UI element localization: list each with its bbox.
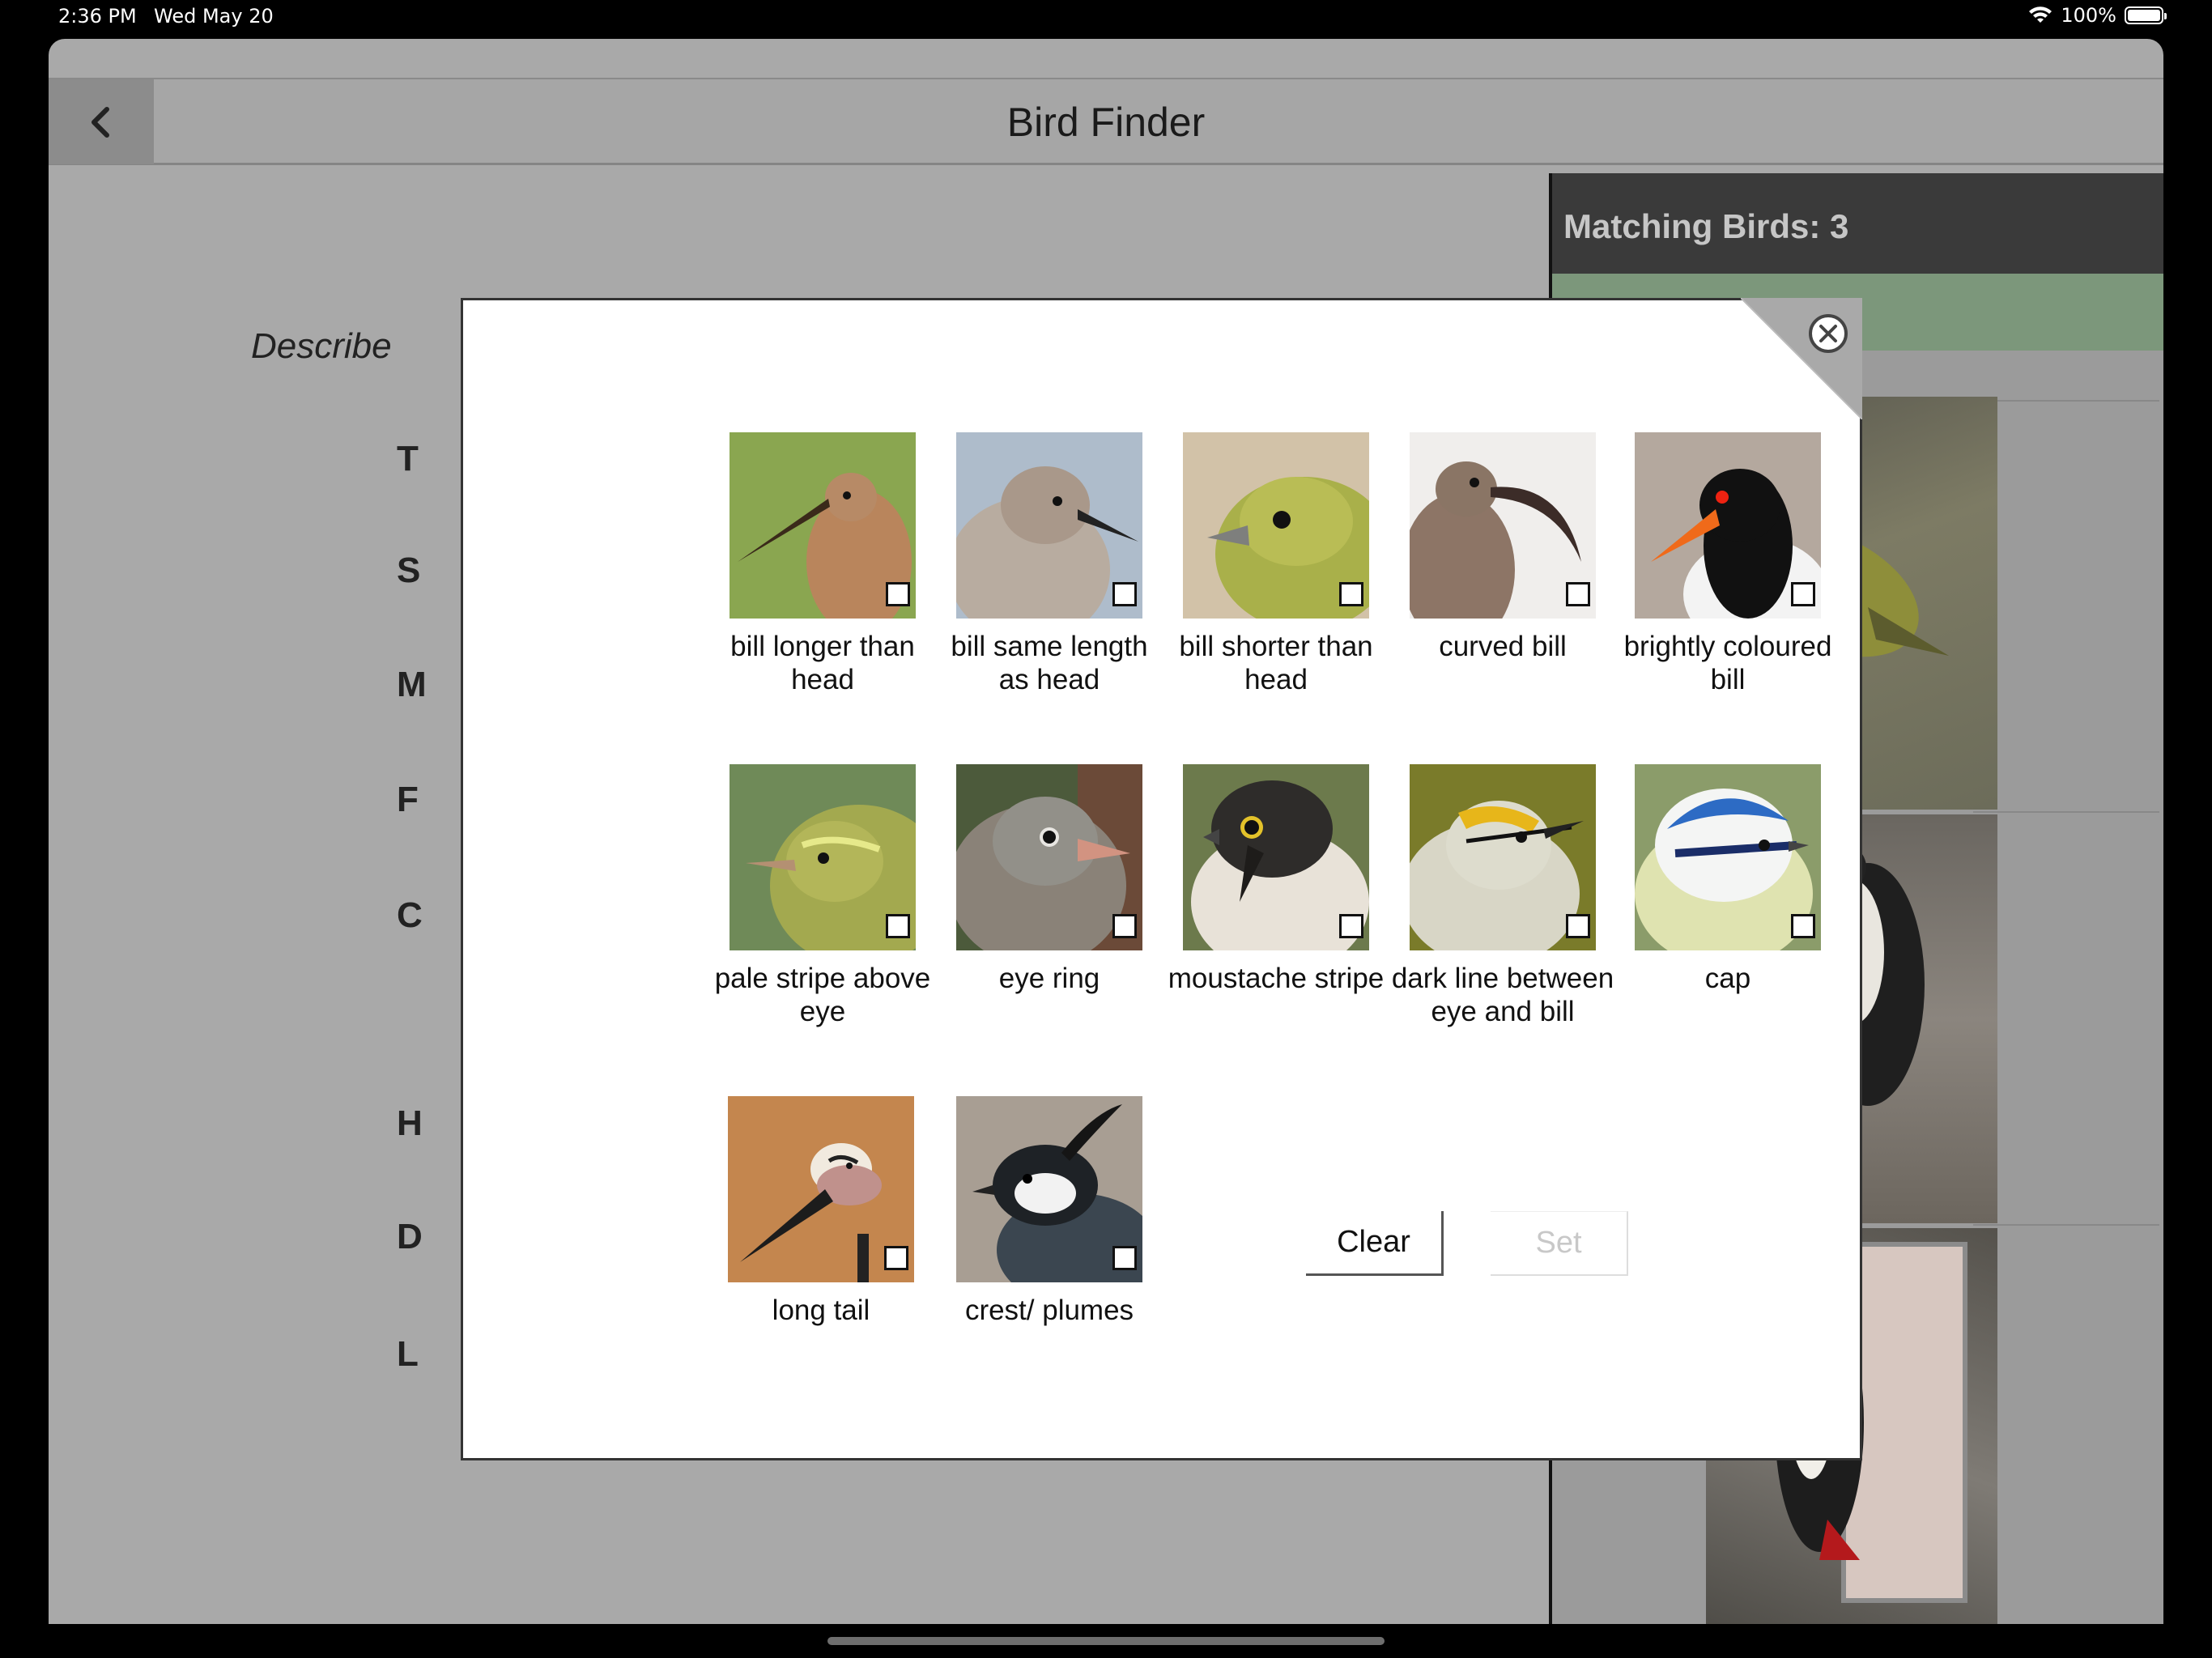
- characteristic-label: long tail: [772, 1295, 870, 1326]
- close-button[interactable]: [1807, 312, 1849, 355]
- home-indicator[interactable]: [827, 1637, 1385, 1645]
- characteristic-tile[interactable]: cap: [1614, 764, 1841, 995]
- describe-label: Describe: [251, 326, 392, 366]
- checkbox[interactable]: [1566, 582, 1590, 606]
- status-right: 100%: [2028, 4, 2167, 27]
- wifi-icon: [2029, 6, 2052, 23]
- characteristic-tile[interactable]: pale stripe above eye: [709, 764, 936, 1028]
- matching-birds-header: Matching Birds: 3: [1552, 173, 2163, 274]
- bird-photo: [956, 764, 1142, 950]
- battery-icon: [2125, 6, 2167, 24]
- characteristic-tile[interactable]: bill same length as head: [936, 432, 1163, 696]
- characteristic-label: pale stripe above eye: [714, 963, 931, 1027]
- app-window: Bird Finder Describe T S M F C H D L Mat…: [49, 39, 2163, 1624]
- bird-photo: [728, 1096, 914, 1282]
- characteristic-tile[interactable]: bill longer than head: [709, 432, 936, 696]
- status-date: Wed May 20: [154, 5, 274, 28]
- characteristic-tile[interactable]: moustache stripe: [1163, 764, 1389, 995]
- characteristic-label: eye ring: [998, 963, 1100, 994]
- form-row-label: C: [397, 895, 423, 935]
- battery-percent: 100%: [2061, 4, 2116, 27]
- form-row-label: L: [397, 1334, 419, 1374]
- checkbox[interactable]: [1339, 582, 1363, 606]
- characteristic-label: bill same length as head: [951, 631, 1148, 695]
- form-row-label: D: [397, 1217, 423, 1256]
- form-row-label: M: [397, 665, 427, 704]
- bird-photo: [1183, 764, 1369, 950]
- checkbox[interactable]: [1112, 582, 1137, 606]
- status-bar: 2:36 PM Wed May 20 100%: [0, 0, 2212, 36]
- nav-bar: Bird Finder: [49, 78, 2163, 165]
- characteristic-tile[interactable]: crest/ plumes: [936, 1096, 1163, 1327]
- characteristic-label: curved bill: [1439, 631, 1567, 662]
- characteristic-tile[interactable]: dark line between eye and bill: [1389, 764, 1616, 1028]
- characteristic-label: bill longer than head: [730, 631, 915, 695]
- characteristic-tile[interactable]: bill shorter than head: [1163, 432, 1389, 696]
- form-row-label: S: [397, 551, 421, 590]
- clear-button[interactable]: Clear: [1306, 1211, 1444, 1276]
- characteristic-tile[interactable]: curved bill: [1389, 432, 1616, 663]
- bird-photo: [1635, 764, 1821, 950]
- characteristic-tile[interactable]: brightly coloured bill: [1614, 432, 1841, 696]
- characteristic-label: bill shorter than head: [1179, 631, 1373, 695]
- set-button[interactable]: Set: [1491, 1211, 1628, 1276]
- divider: [1973, 811, 2159, 813]
- characteristics-dialog: bill longer than head bill same length a…: [461, 298, 1862, 1460]
- page-title: Bird Finder: [1006, 100, 1206, 145]
- bird-photo: [1410, 764, 1596, 950]
- characteristic-label: cap: [1704, 963, 1751, 994]
- checkbox[interactable]: [1791, 914, 1815, 938]
- characteristic-tile[interactable]: eye ring: [936, 764, 1163, 995]
- divider: [1973, 1224, 2159, 1226]
- form-row-label: F: [397, 780, 419, 819]
- checkbox[interactable]: [886, 914, 910, 938]
- checkbox[interactable]: [1112, 914, 1137, 938]
- divider: [1973, 400, 2159, 402]
- checkbox[interactable]: [1339, 914, 1363, 938]
- form-row-label: H: [397, 1103, 423, 1143]
- bird-photo: [1410, 432, 1596, 619]
- characteristic-label: moustache stripe: [1168, 963, 1385, 994]
- characteristic-label: dark line between eye and bill: [1391, 963, 1614, 1027]
- characteristic-tile[interactable]: long tail: [708, 1096, 934, 1327]
- checkbox[interactable]: [884, 1246, 908, 1270]
- bird-photo: [730, 432, 916, 619]
- form-row-label: T: [397, 439, 419, 478]
- characteristic-label: crest/ plumes: [964, 1295, 1134, 1326]
- characteristic-label: brightly coloured bill: [1623, 631, 1832, 695]
- bird-photo: [1183, 432, 1369, 619]
- checkbox[interactable]: [886, 582, 910, 606]
- close-icon: [1809, 314, 1848, 353]
- bird-photo: [956, 1096, 1142, 1282]
- bird-photo: [1635, 432, 1821, 619]
- bird-photo: [956, 432, 1142, 619]
- status-time: 2:36 PM: [58, 5, 137, 28]
- checkbox[interactable]: [1791, 582, 1815, 606]
- bird-photo: [730, 764, 916, 950]
- checkbox[interactable]: [1566, 914, 1590, 938]
- checkbox[interactable]: [1112, 1246, 1137, 1270]
